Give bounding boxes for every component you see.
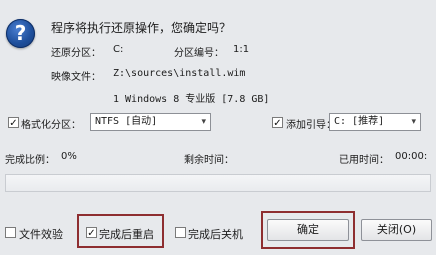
partition-number-value: 1:1	[233, 44, 250, 55]
confirm-button[interactable]: 确定	[267, 219, 349, 241]
boot-check-mark: ✓	[273, 118, 282, 129]
completion-value: 0%	[61, 151, 77, 162]
shutdown-after-checkbox[interactable]	[175, 227, 186, 238]
partition-number-label: 分区编号：	[174, 48, 224, 59]
boot-select[interactable]: C: [推荐] ▾	[329, 113, 421, 131]
file-verify-checkbox[interactable]	[5, 227, 16, 238]
format-select-value: NTFS [自动]	[95, 116, 158, 127]
restore-partition-label: 还原分区：	[51, 48, 101, 59]
restart-after-label: 完成后重启	[99, 228, 154, 241]
elapsed-time-label: 已用时间：	[339, 155, 389, 166]
image-edition: 1 Windows 8 专业版 [7.8 GB]	[113, 94, 270, 105]
format-partition-label: 格式化分区：	[21, 120, 81, 131]
format-partition-checkbox[interactable]: ✓	[8, 117, 19, 129]
restore-partition-value: C:	[113, 44, 124, 55]
restart-after-checkbox[interactable]: ✓	[86, 227, 97, 239]
close-button[interactable]: 关闭(O)	[361, 219, 432, 241]
file-verify-label: 文件效验	[19, 228, 63, 241]
format-select[interactable]: NTFS [自动] ▾	[90, 113, 211, 131]
boot-select-value: C: [推荐]	[334, 116, 385, 127]
completion-label: 完成比例：	[5, 155, 55, 166]
format-check-mark: ✓	[9, 118, 18, 129]
image-file-label: 映像文件：	[51, 72, 101, 83]
elapsed-time-value: 00:00:	[395, 151, 428, 162]
question-icon: ?	[6, 19, 35, 48]
restart-check-mark: ✓	[87, 228, 96, 239]
chevron-down-icon: ▾	[411, 117, 416, 127]
shutdown-after-label: 完成后关机	[188, 228, 243, 241]
remaining-time-label: 剩余时间：	[184, 155, 234, 166]
progress-bar	[5, 174, 431, 192]
dialog-title: 程序将执行还原操作，您确定吗？	[51, 21, 232, 35]
chevron-down-icon: ▾	[201, 117, 206, 127]
add-boot-checkbox[interactable]: ✓	[272, 117, 283, 129]
image-file-path: Z:\sources\install.wim	[113, 68, 246, 79]
